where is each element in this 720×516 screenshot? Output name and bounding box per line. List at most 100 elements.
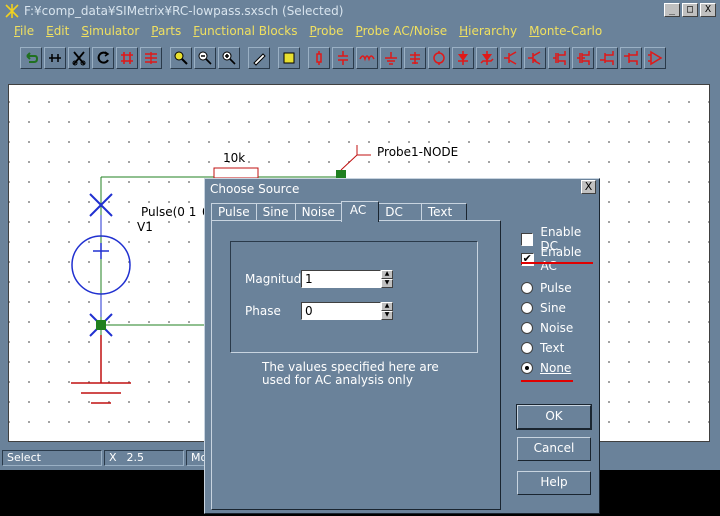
zoom-in-button[interactable] xyxy=(218,47,240,69)
phase-spinner[interactable]: ▲ ▼ xyxy=(381,302,393,320)
phase-input[interactable]: 0 xyxy=(301,302,381,320)
npn-icon xyxy=(504,51,517,65)
nmos-icon xyxy=(553,51,566,65)
diode-button[interactable] xyxy=(452,47,474,69)
wire-button[interactable] xyxy=(44,47,66,69)
zoom-out-button[interactable] xyxy=(194,47,216,69)
menu-probe-ac-noise[interactable]: Probe AC/Noise xyxy=(350,24,454,38)
radio-text[interactable]: Text xyxy=(521,341,564,355)
title-bar: F:¥comp_data¥SIMetrix¥RC-lowpass.sxsch (… xyxy=(0,0,720,22)
dialog-close-button[interactable]: X xyxy=(581,180,596,194)
ac-values-group: Magnitude 1 ▲ ▼ Phase 0 ▲ ▼ xyxy=(230,241,478,353)
radio-pulse[interactable]: Pulse xyxy=(521,281,572,295)
source-icon xyxy=(433,51,445,65)
radio-none[interactable]: None xyxy=(521,361,571,375)
radio-sine[interactable]: Sine xyxy=(521,301,566,315)
redo-button[interactable] xyxy=(92,47,114,69)
checkbox-box[interactable] xyxy=(521,232,534,246)
pjfet-button[interactable] xyxy=(620,47,642,69)
menu-simulator[interactable]: Simulator xyxy=(75,24,145,38)
radio-noise[interactable]: Noise xyxy=(521,321,573,335)
resistor-icon xyxy=(316,51,322,65)
maximize-button[interactable]: □ xyxy=(682,3,698,17)
ground-button[interactable] xyxy=(380,47,402,69)
status-x: X 2.5 xyxy=(104,450,184,466)
source-value-label: Pulse(0 1 xyxy=(141,205,197,219)
tab-sine[interactable]: Sine xyxy=(255,203,296,221)
diode-icon xyxy=(458,51,468,65)
pmos-button[interactable] xyxy=(572,47,594,69)
cancel-button[interactable]: Cancel xyxy=(517,437,591,461)
annotation-underline xyxy=(521,262,593,264)
annotation-underline xyxy=(521,380,573,382)
mirror-button[interactable] xyxy=(140,47,162,69)
zoom-box-button[interactable] xyxy=(170,47,192,69)
ground-icon xyxy=(385,52,397,65)
spin-up-icon[interactable]: ▲ xyxy=(381,270,393,279)
nmos-button[interactable] xyxy=(548,47,570,69)
spin-down-icon[interactable]: ▼ xyxy=(381,311,393,320)
menu-file[interactable]: File xyxy=(8,24,40,38)
magnitude-spinner[interactable]: ▲ ▼ xyxy=(381,270,393,288)
zoom-out-icon xyxy=(198,51,212,65)
place-button[interactable] xyxy=(278,47,300,69)
enable-ac-checkbox[interactable]: ✔ Enable AC xyxy=(521,245,599,273)
tab-pulse[interactable]: Pulse xyxy=(211,203,257,221)
plus-rail-button[interactable] xyxy=(404,47,426,69)
undo-button[interactable] xyxy=(20,47,42,69)
close-button[interactable]: X xyxy=(700,3,716,17)
cut-icon xyxy=(72,51,86,66)
plus-rail-icon xyxy=(410,52,420,64)
tab-dc[interactable]: DC xyxy=(378,203,422,221)
cut-button[interactable] xyxy=(68,47,90,69)
help-button[interactable]: Help xyxy=(517,471,591,495)
radio-button[interactable] xyxy=(521,342,533,354)
radio-none-label: None xyxy=(540,361,572,375)
source-button[interactable] xyxy=(428,47,450,69)
npn-button[interactable] xyxy=(500,47,522,69)
njfet-button[interactable] xyxy=(596,47,618,69)
menu-monte-carlo[interactable]: Monte-Carlo xyxy=(523,24,608,38)
tab-text[interactable]: Text xyxy=(420,203,468,221)
njfet-icon xyxy=(600,51,614,65)
menu-edit[interactable]: Edit xyxy=(40,24,75,38)
app-icon xyxy=(5,4,19,18)
menu-functional-blocks[interactable]: Functional Blocks xyxy=(187,24,303,38)
tab-ac[interactable]: AC xyxy=(340,201,380,222)
pencil-button[interactable] xyxy=(248,47,270,69)
tab-noise[interactable]: Noise xyxy=(294,203,342,221)
radio-sine-label: Sine xyxy=(540,301,566,315)
delete-button[interactable] xyxy=(116,47,138,69)
probe-symbol xyxy=(340,145,371,171)
menu-parts[interactable]: Parts xyxy=(145,24,187,38)
choose-source-dialog: Choose Source X Pulse Sine Noise AC DC T… xyxy=(204,178,600,514)
opamp-button[interactable] xyxy=(644,47,666,69)
pnp-button[interactable] xyxy=(524,47,546,69)
capacitor-icon xyxy=(338,51,348,65)
inductor-button[interactable] xyxy=(356,47,378,69)
zoom-box-icon xyxy=(174,51,188,65)
pmos-icon xyxy=(577,51,590,65)
inductor-icon xyxy=(359,55,375,62)
spin-up-icon[interactable]: ▲ xyxy=(381,302,393,311)
undo-icon xyxy=(26,52,39,63)
ok-button[interactable]: OK xyxy=(516,404,592,430)
zener-button[interactable] xyxy=(476,47,498,69)
menu-probe[interactable]: Probe xyxy=(303,24,349,38)
radio-text-label: Text xyxy=(540,341,565,355)
radio-button[interactable] xyxy=(521,322,533,334)
radio-pulse-label: Pulse xyxy=(540,281,572,295)
magnitude-label: Magnitude xyxy=(245,272,309,286)
resistor-button[interactable] xyxy=(308,47,330,69)
radio-button[interactable] xyxy=(521,282,533,294)
source-tabs: Pulse Sine Noise AC DC Text xyxy=(211,201,468,222)
capacitor-button[interactable] xyxy=(332,47,354,69)
spin-down-icon[interactable]: ▼ xyxy=(381,279,393,288)
resistor-symbol xyxy=(213,167,259,179)
magnitude-input[interactable]: 1 xyxy=(301,270,381,288)
radio-button[interactable] xyxy=(521,302,533,314)
plus-sign xyxy=(93,243,109,259)
minimize-button[interactable]: _ xyxy=(664,3,680,17)
radio-button-selected[interactable] xyxy=(521,362,533,374)
menu-hierarchy[interactable]: Hierarchy xyxy=(453,24,523,38)
